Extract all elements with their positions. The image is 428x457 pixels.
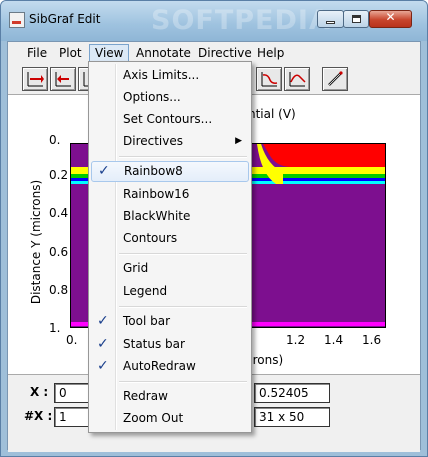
menu-annotate[interactable]: Annotate [131, 44, 196, 62]
grid-size-field[interactable]: 31 x 50 [254, 407, 330, 427]
menu-item-label: Contours [123, 231, 178, 245]
y-tick-label: 0.4 [49, 206, 69, 220]
menu-separator [119, 156, 247, 158]
menu-view[interactable]: View [89, 44, 130, 62]
toolbar-button-pen[interactable] [322, 67, 348, 91]
menu-item-blackwhite[interactable]: BlackWhite [91, 206, 249, 227]
x-tick-label: 1.6 [362, 333, 382, 347]
menu-file[interactable]: File [22, 44, 52, 62]
y-axis-label: Distance Y (microns) [29, 179, 43, 305]
checkmark-icon: ✓ [97, 358, 109, 374]
menu-directive[interactable]: Directive [193, 44, 257, 62]
nx-label: #X : [24, 409, 53, 423]
minimize-icon [326, 21, 335, 24]
menu-item-label: Axis Limits... [123, 68, 200, 82]
minimize-button[interactable] [317, 10, 344, 28]
maximize-button[interactable] [343, 10, 369, 28]
menu-item-autoredraw[interactable]: ✓ AutoRedraw [91, 356, 249, 377]
menu-item-label: Rainbow8 [124, 164, 183, 178]
menu-item-options[interactable]: Options... [91, 87, 249, 108]
menu-item-label: Redraw [123, 389, 168, 403]
checkmark-icon: ✓ [97, 313, 109, 329]
checkmark-icon: ✓ [97, 336, 109, 352]
menu-item-label: Set Contours... [123, 112, 213, 126]
y-tick-label: 1. [49, 321, 61, 335]
menu-item-grid[interactable]: Grid [91, 258, 249, 279]
menu-item-set-contours[interactable]: Set Contours... [91, 109, 249, 130]
y-tick-label: 0.6 [49, 245, 69, 259]
value-field[interactable]: 0.52405 [254, 383, 330, 403]
app-icon [9, 12, 25, 28]
menu-help[interactable]: Help [252, 44, 289, 62]
checkmark-icon: ✓ [98, 163, 110, 179]
toolbar-button-extend-left[interactable] [50, 67, 76, 91]
submenu-arrow-icon: ▶ [235, 136, 242, 146]
menu-item-legend[interactable]: Legend [91, 281, 249, 302]
menu-plot[interactable]: Plot [54, 44, 87, 62]
x-label: X : [30, 385, 49, 399]
y-tick-label: 0.8 [49, 283, 69, 297]
maximize-icon [352, 15, 361, 23]
menu-item-label: Legend [123, 284, 168, 298]
menu-item-label: Status bar [123, 337, 185, 351]
toolbar-button-curve-2[interactable] [284, 67, 310, 91]
close-button[interactable]: ✕ [369, 10, 412, 28]
arrow-left-icon [55, 72, 71, 87]
menu-separator [119, 253, 247, 255]
y-tick-label: 0.2 [49, 168, 69, 182]
menu-item-label: Zoom Out [123, 411, 184, 425]
y-tick-label: 0. [49, 133, 61, 147]
plot-curve-icon [261, 72, 278, 87]
window-title: SibGraf Edit [29, 12, 101, 26]
menu-item-axis-limits[interactable]: Axis Limits... [91, 65, 249, 86]
toolbar-button-extend-right[interactable] [22, 67, 48, 91]
view-menu-dropdown: Axis Limits... Options... Set Contours..… [88, 61, 252, 433]
arrow-right-icon [27, 72, 44, 87]
title-bar[interactable]: SibGraf Edit SOFTPEDIA ✕ [1, 1, 427, 41]
toolbar-button-curve-1[interactable] [256, 67, 282, 91]
menu-separator [119, 381, 247, 383]
watermark: SOFTPEDIA [151, 5, 331, 36]
plot-title: ntial (V) [248, 107, 296, 121]
menu-item-label: Options... [123, 90, 181, 104]
menu-item-label: Tool bar [123, 314, 171, 328]
plot-curve-icon [289, 72, 306, 87]
x-tick-label: 1.4 [324, 333, 344, 347]
menu-item-rainbow16[interactable]: Rainbow16 [91, 184, 249, 205]
menu-item-directives[interactable]: Directives ▶ [91, 131, 249, 152]
x-tick-label: 1.2 [286, 333, 306, 347]
x-tick-label: 0. [66, 333, 78, 347]
menu-item-rainbow8[interactable]: ✓ Rainbow8 [91, 161, 249, 182]
menu-item-tool-bar[interactable]: ✓ Tool bar [91, 311, 249, 332]
menu-item-label: Grid [123, 261, 149, 275]
menu-item-status-bar[interactable]: ✓ Status bar [91, 334, 249, 355]
menu-item-redraw[interactable]: Redraw [91, 386, 249, 407]
menu-item-label: BlackWhite [123, 209, 191, 223]
menu-item-label: Directives [123, 134, 183, 148]
pen-icon [328, 71, 343, 86]
menu-item-zoom-out[interactable]: Zoom Out [91, 408, 249, 429]
menu-separator [119, 306, 247, 308]
menu-item-label: AutoRedraw [123, 359, 196, 373]
close-icon: ✕ [385, 10, 396, 24]
menu-item-contours[interactable]: Contours [91, 228, 249, 249]
menu-item-label: Rainbow16 [123, 187, 190, 201]
